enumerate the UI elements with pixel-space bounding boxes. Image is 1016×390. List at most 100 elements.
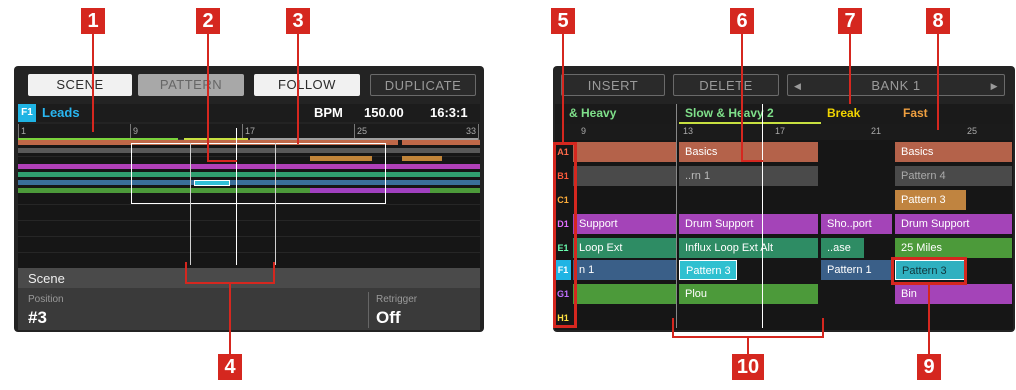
pattern-cell[interactable]: Influx Loop Ext Alt [679,238,819,258]
bank-prev-icon[interactable]: ◀ [794,75,801,97]
callout-bracket [672,318,674,338]
pattern-cell[interactable]: Drum Support [679,214,819,234]
callout-bracket [273,262,275,284]
pattern-cell[interactable] [573,166,677,186]
callout-4: 4 [218,354,242,380]
row-labels-highlight [553,142,577,328]
callout-line [229,282,231,354]
playhead-line [236,128,237,265]
grid-line [18,252,480,253]
ruler-label: 25 [967,126,978,136]
callout-line [207,160,237,162]
position-label: Position [28,294,64,305]
pattern-cell[interactable]: ..rn 1 [679,166,819,186]
pattern-cell-selected[interactable]: Pattern 3 [679,260,737,280]
scene-name[interactable]: Break [827,106,860,120]
callout-8: 8 [926,8,950,34]
pattern-cell[interactable]: Basics [679,142,819,162]
callout-5: 5 [551,8,575,34]
pattern-cell[interactable]: Pattern 3 [895,190,967,210]
retrigger-label: Retrigger [376,294,418,305]
ruler-label: 9 [133,126,139,136]
scene-name[interactable]: Slow & Heavy 2 [685,106,774,120]
callout-bracket [822,318,824,338]
pattern-cell[interactable]: Pattern 1 [821,260,893,280]
scene-name[interactable]: Fast [903,106,928,120]
clip-row-c [402,156,442,161]
callout-10: 10 [732,354,764,380]
clip-row-a [402,140,480,145]
callout-2: 2 [196,8,220,34]
pattern-button[interactable]: PATTERN [138,74,244,96]
pattern-cell[interactable]: 25 Miles [895,238,1013,258]
timeline-ruler[interactable]: 1 9 17 25 33 [18,124,480,140]
pattern-cell[interactable]: Loop Ext [573,238,677,258]
scene-panel: Scene Position #3 Retrigger Off [18,268,480,330]
ruler-label: 33 [466,126,477,136]
pattern-cell[interactable]: Bin [895,284,1013,304]
callout-1: 1 [81,8,105,34]
pattern-cell[interactable]: Support [573,214,677,234]
grid-line [18,236,480,237]
scene-panel-header: Scene [18,268,480,288]
pattern-cell[interactable]: Sho..port [821,214,893,234]
callout-line [741,160,763,162]
ideas-playhead-line [762,104,763,328]
ideas-ruler[interactable]: 9 13 17 21 25 [555,124,1013,140]
ruler-label: 25 [357,126,368,136]
callout-line [849,34,851,104]
ruler-label: 17 [775,126,786,136]
callout-9: 9 [917,354,941,380]
scene-name[interactable]: & Heavy [569,106,616,120]
follow-button[interactable]: FOLLOW [254,74,360,96]
panel-divider [368,292,369,328]
pattern-cell[interactable] [573,142,677,162]
bank-label: BANK 1 [871,78,921,93]
callout-3: 3 [286,8,310,34]
callout-line [928,285,930,354]
callout-line [937,34,939,130]
pattern-cell[interactable]: Plou [679,284,819,304]
pattern-cell[interactable]: Basics [895,142,1013,162]
ruler-label: 1 [21,126,27,136]
retrigger-value[interactable]: Off [376,308,401,328]
duplicate-button[interactable]: DUPLICATE [370,74,476,96]
scene-button[interactable]: SCENE [28,74,132,96]
ruler-label: 13 [683,126,694,136]
pattern-grid[interactable]: A1 B1 C1 D1 E1 F1 G1 H1 Basics Basics ..… [555,140,1013,330]
scene-boundary-line [676,104,677,328]
pattern-highlight [891,257,967,285]
right-screen-ideas: INSERT DELETE ◀ BANK 1 ▶ & Heavy Slow & … [553,66,1015,332]
callout-line [747,336,749,354]
callout-line [562,34,564,144]
grid-line [18,220,480,221]
pattern-cell[interactable]: ..ase [821,238,865,258]
group-title-bar: F1 Leads BPM 150.00 16:3:1 [18,104,480,122]
callout-6: 6 [730,8,754,34]
ruler-label: 17 [245,126,256,136]
scene-title: Scene [28,271,65,286]
position-value[interactable]: #3 [28,308,47,328]
insert-button[interactable]: INSERT [561,74,665,96]
callout-line [741,34,743,162]
callout-line [297,34,299,144]
song-position: 16:3:1 [430,105,468,120]
pattern-cell[interactable]: Pattern 4 [895,166,1013,186]
delete-button[interactable]: DELETE [673,74,779,96]
scene-header-row: & Heavy Slow & Heavy 2 Break Fast [555,104,1013,124]
ruler-label: 21 [871,126,882,136]
bpm-label: BPM [314,105,343,120]
bank-next-icon[interactable]: ▶ [991,75,998,97]
selection-box-scene [131,143,386,204]
pattern-cell[interactable] [573,284,677,304]
bpm-value: 150.00 [364,105,404,120]
pattern-cell[interactable]: Drum Support [895,214,1013,234]
group-tag: F1 [18,104,36,122]
grid-line [18,204,480,205]
callout-7: 7 [838,8,862,34]
ruler-tick [478,124,479,140]
group-name: Leads [42,105,80,120]
bank-selector[interactable]: ◀ BANK 1 ▶ [787,74,1005,96]
callout-line [92,34,94,132]
pattern-cell[interactable]: n 1 [573,260,677,280]
